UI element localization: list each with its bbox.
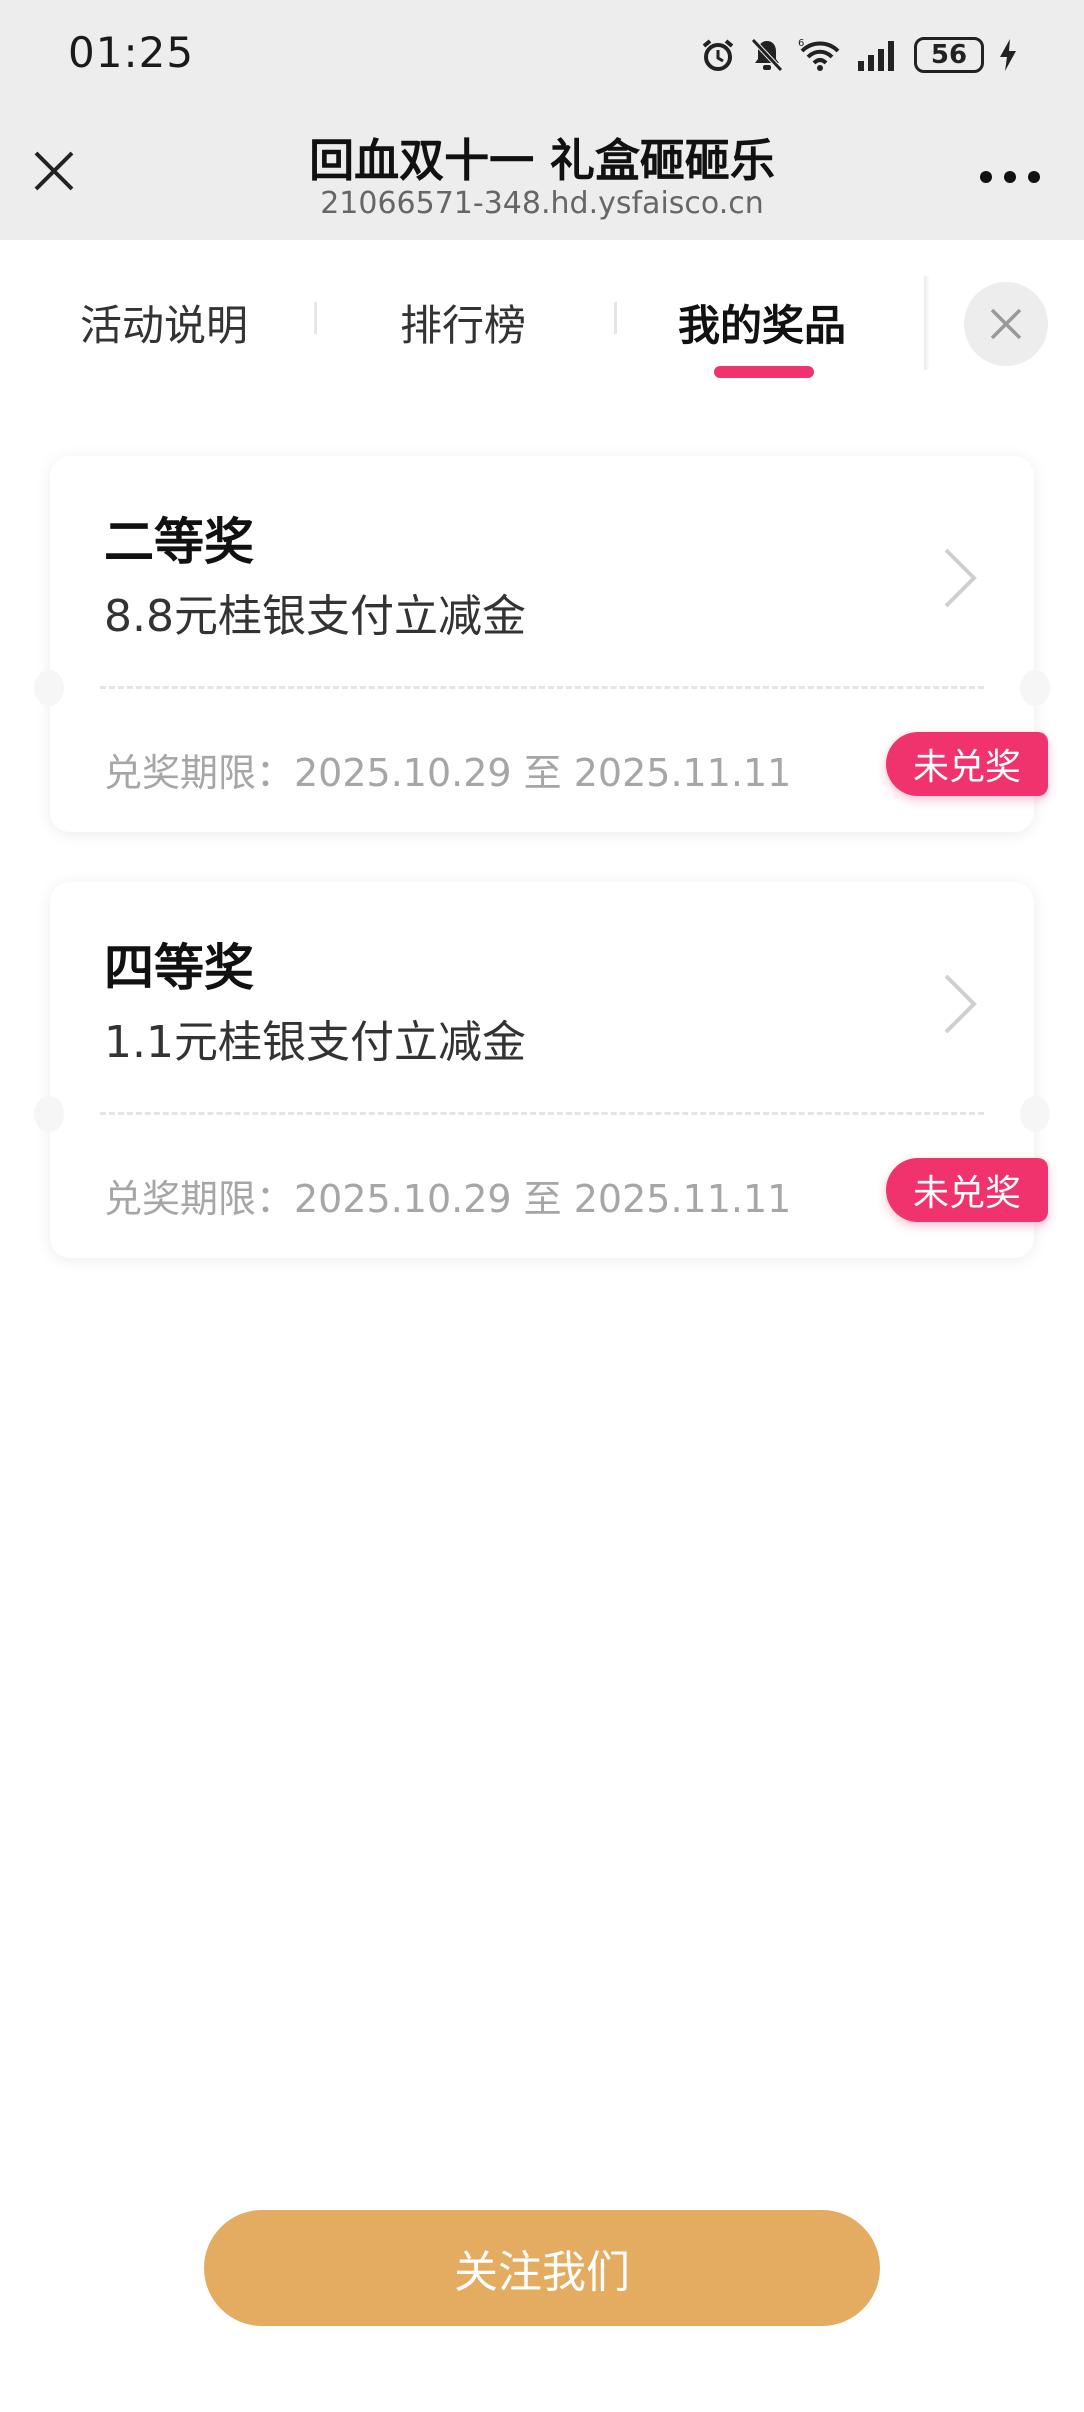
- dashed-divider: [100, 686, 984, 689]
- more-icon[interactable]: [980, 170, 1040, 184]
- tab-my-prizes[interactable]: 我的奖品: [678, 292, 846, 353]
- top-bar: 01:25 6 56 回血双十一 礼盒砸砸乐 21066571-348.hd.y…: [0, 0, 1084, 240]
- prize-level: 二等奖: [104, 513, 254, 571]
- prize-card[interactable]: 四等奖 1.1元桂银支付立减金 兑奖期限：2025.10.29 至 2025.1…: [34, 882, 1050, 1258]
- wifi-icon: 6: [798, 37, 842, 73]
- close-icon: [990, 308, 1022, 340]
- chevron-right-icon[interactable]: [940, 970, 980, 1038]
- charging-icon: [998, 37, 1018, 73]
- close-panel-button[interactable]: [964, 282, 1048, 366]
- tab-separator: [614, 302, 617, 334]
- redeem-period: 兑奖期限：2025.10.29 至 2025.11.11: [104, 1177, 792, 1221]
- tab-bar: 活动说明 排行榜 我的奖品: [0, 240, 1084, 420]
- ticket-notch: [1020, 1096, 1050, 1132]
- chevron-right-icon[interactable]: [940, 544, 980, 612]
- status-badge: 未兑奖: [886, 1158, 1048, 1222]
- status-icons: 6 56: [700, 30, 1018, 80]
- page-title: 回血双十一 礼盒砸砸乐: [309, 134, 775, 187]
- redeem-period: 兑奖期限：2025.10.29 至 2025.11.11: [104, 751, 792, 795]
- ticket-notch: [34, 1096, 64, 1132]
- prize-card[interactable]: 二等奖 8.8元桂银支付立减金 兑奖期限：2025.10.29 至 2025.1…: [34, 456, 1050, 832]
- ticket-notch: [1020, 670, 1050, 706]
- ticket-notch: [34, 670, 64, 706]
- prize-description: 1.1元桂银支付立减金: [104, 1017, 526, 1068]
- tab-leaderboard[interactable]: 排行榜: [400, 292, 526, 353]
- tab-divider-shadow: [924, 276, 930, 370]
- tab-activity-info[interactable]: 活动说明: [80, 292, 248, 353]
- status-time: 01:25: [68, 28, 195, 77]
- prize-level: 四等奖: [104, 939, 254, 997]
- mute-icon: [750, 37, 784, 73]
- status-badge: 未兑奖: [886, 732, 1048, 796]
- tab-separator: [314, 302, 317, 334]
- battery-icon: 56: [914, 37, 984, 73]
- signal-icon: [856, 39, 900, 71]
- page-url: 21066571-348.hd.ysfaisco.cn: [320, 186, 764, 221]
- svg-text:6: 6: [798, 38, 804, 49]
- follow-us-button[interactable]: 关注我们: [204, 2210, 880, 2326]
- prize-description: 8.8元桂银支付立减金: [104, 591, 526, 642]
- alarm-icon: [700, 37, 736, 73]
- dashed-divider: [100, 1112, 984, 1115]
- active-tab-indicator: [714, 366, 814, 378]
